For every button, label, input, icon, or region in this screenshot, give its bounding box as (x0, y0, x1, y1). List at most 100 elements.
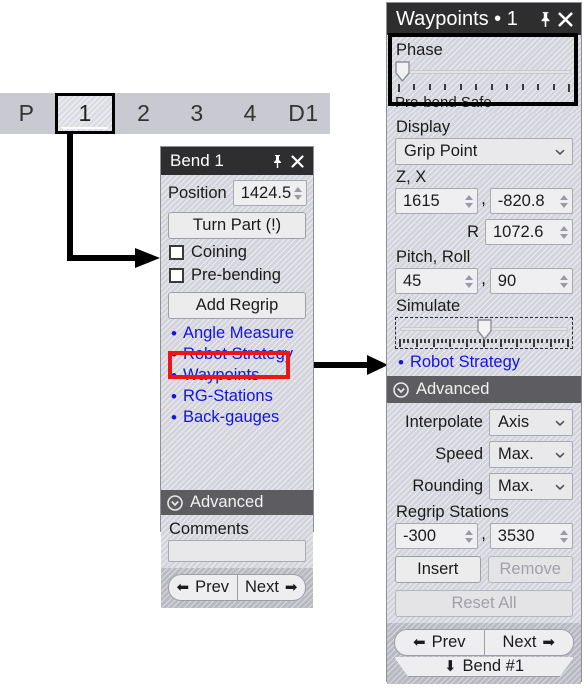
speed-label: Speed (435, 445, 483, 463)
coining-label: Coining (191, 243, 247, 261)
simulate-tick (553, 339, 556, 343)
interpolate-select[interactable]: Axis (489, 409, 573, 436)
display-select[interactable]: Grip Point (395, 138, 573, 165)
coining-checkbox-box[interactable] (169, 245, 184, 260)
r-value: 1072.6 (493, 222, 544, 241)
link-waypoints[interactable]: • Waypoints (171, 366, 306, 385)
regrip-b-stepper[interactable] (557, 525, 570, 547)
waypoints-advanced-header[interactable]: Advanced (387, 376, 581, 403)
link-robot-strategy[interactable]: • Robot Strategy (171, 345, 306, 364)
reset-all-label: Reset All (451, 594, 517, 612)
goto-bend-button[interactable]: ⬇ Bend #1 (394, 657, 574, 677)
bullet-icon: • (171, 408, 177, 427)
regrip-a-field[interactable]: -300 (395, 523, 479, 549)
regrip-b-field[interactable]: 3530 (489, 523, 573, 549)
link-waypoints-label: Waypoints (182, 366, 260, 384)
phase-slider[interactable] (395, 61, 573, 83)
rounding-select[interactable]: Max. (489, 473, 573, 500)
z-stepper[interactable] (462, 190, 475, 212)
roll-value: 90 (497, 271, 517, 290)
turn-part-button[interactable]: Turn Part (!) (168, 212, 306, 239)
link-back-gauges[interactable]: • Back-gauges (171, 408, 306, 427)
x-field[interactable]: -820.8 (489, 188, 573, 214)
pin-icon[interactable] (535, 8, 555, 30)
arrow-right-icon: ➡ (542, 634, 555, 651)
link-rg-stations[interactable]: • RG-Stations (171, 387, 306, 406)
pitchroll-comma: , (481, 270, 486, 288)
position-label: Position (168, 183, 227, 202)
tab-4[interactable]: 4 (224, 93, 277, 134)
z-field[interactable]: 1615 (395, 188, 479, 214)
tab-3[interactable]: 3 (170, 93, 223, 134)
roll-field[interactable]: 90 (489, 268, 573, 294)
simulate-tick (403, 339, 406, 343)
tab-P[interactable]: P (0, 93, 53, 134)
remove-button[interactable]: Remove (487, 556, 573, 583)
comments-input[interactable] (168, 540, 306, 562)
bullet-icon: • (171, 387, 177, 406)
pitch-field[interactable]: 45 (395, 268, 479, 294)
waypoints-prev-label: Prev (431, 633, 466, 651)
simulate-tick (562, 339, 565, 343)
link-robot-strategy[interactable]: • Robot Strategy (398, 353, 573, 372)
pin-icon[interactable] (267, 150, 287, 172)
position-stepper[interactable] (291, 182, 304, 204)
regrip-a-stepper[interactable] (462, 525, 475, 547)
prebending-checkbox[interactable]: Pre-bending (169, 266, 306, 285)
simulate-tick (457, 339, 460, 343)
simulate-slider-area[interactable] (398, 319, 570, 340)
simulate-slider-handle[interactable] (477, 319, 492, 340)
bend-next-button[interactable]: Next ➡ (236, 574, 306, 601)
regrip-stations-row: -300 , 3530 (395, 523, 573, 549)
speed-select[interactable]: Max. (489, 441, 573, 468)
tab-2[interactable]: 2 (117, 93, 170, 134)
link-angle-measure[interactable]: • Angle Measure (171, 324, 306, 343)
simulate-tick (411, 339, 414, 343)
roll-stepper[interactable] (557, 270, 570, 292)
simulate-tick (541, 339, 544, 343)
pitchroll-label: Pitch, Roll (396, 248, 471, 266)
bend-panel-title: Bend 1 (170, 151, 224, 170)
pitch-value: 45 (403, 271, 422, 290)
bend-nav-row: ⬅ Prev Next ➡ (168, 574, 306, 601)
simulate-tick (528, 339, 531, 343)
simulate-tick (466, 339, 468, 347)
insert-button[interactable]: Insert (395, 556, 481, 583)
simulate-tick (399, 339, 401, 347)
r-row: R 1072.6 (395, 219, 573, 245)
tab-1[interactable]: 1 (55, 93, 116, 134)
reset-all-button[interactable]: Reset All (395, 590, 573, 617)
bend-comments-section: Comments (161, 515, 313, 568)
bend-prev-button[interactable]: ⬅ Prev (168, 574, 237, 601)
simulate-slider[interactable] (395, 317, 573, 349)
simulate-label: Simulate (396, 297, 461, 315)
bend-next-label: Next (244, 578, 279, 596)
phase-label: Phase (396, 41, 443, 59)
r-stepper[interactable] (557, 221, 570, 243)
waypoints-next-button[interactable]: Next ➡ (483, 629, 574, 656)
arrow-right-icon: ➡ (284, 579, 298, 596)
waypoints-advanced-body: Interpolate Axis Speed Max. Rounding Max… (387, 403, 581, 623)
waypoints-panel-title: Waypoints • 1 (396, 7, 518, 30)
link-robot-strategy-label: Robot Strategy (182, 345, 294, 363)
phase-slider-handle[interactable] (395, 61, 410, 82)
simulate-tick (495, 339, 498, 343)
r-field[interactable]: 1072.6 (485, 219, 573, 245)
link-rg-stations-label: RG-Stations (182, 387, 273, 405)
link-angle-measure-label: Angle Measure (182, 324, 294, 342)
phase-slider-track[interactable] (397, 70, 571, 74)
waypoints-prev-button[interactable]: ⬅ Prev (394, 629, 484, 656)
pitch-stepper[interactable] (462, 270, 475, 292)
tab-D1[interactable]: D1 (277, 93, 330, 134)
add-regrip-button[interactable]: Add Regrip (168, 292, 306, 319)
bend-sequence-tabstrip[interactable]: P 1 2 3 4 D1 (0, 93, 330, 134)
arrow-down-icon: ⬇ (443, 658, 457, 675)
close-icon[interactable] (555, 8, 575, 30)
coining-checkbox[interactable]: Coining (169, 243, 306, 262)
bend-advanced-header[interactable]: Advanced (161, 490, 313, 515)
position-field[interactable]: 1424.5 (232, 180, 308, 206)
x-stepper[interactable] (557, 190, 570, 212)
simulate-tick (549, 339, 552, 347)
close-icon[interactable] (287, 150, 307, 172)
prebending-checkbox-box[interactable] (169, 268, 184, 283)
